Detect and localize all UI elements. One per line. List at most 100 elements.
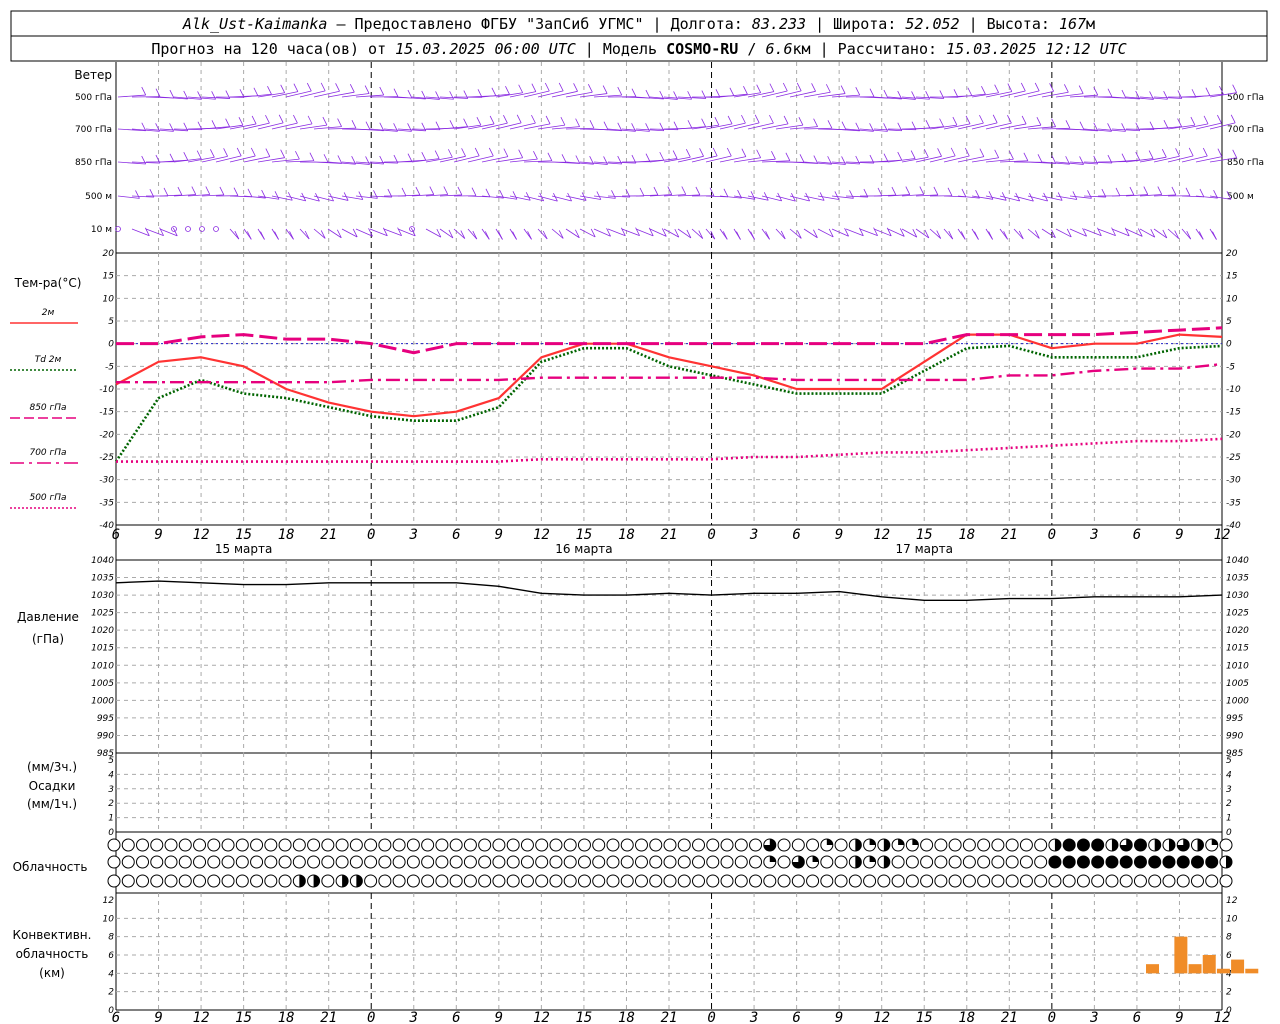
cloud-fill [313,875,320,887]
temp-tick-right: 5 [1226,317,1232,327]
x-tick-label: 21 [661,1010,678,1024]
wind-barb-feather [611,190,616,199]
cloud-fill [1048,856,1061,868]
temp-tick-left: -5 [105,362,114,372]
x-tick-label: 18 [278,527,295,543]
wind-barb-feather [1199,188,1205,198]
cloud-circle [193,874,207,888]
cloud-circle [392,838,406,852]
cloud-circle [535,874,549,888]
wind-barb [495,122,522,130]
x-tick-label: 3 [1089,527,1098,543]
x-tick-label: 6 [1133,1010,1141,1024]
pressure-tick-right: 995 [1226,714,1243,724]
temp-title: Тем-ра(°C) [14,276,82,290]
wind-barb [761,90,788,98]
cloud-circle [264,874,278,888]
cloud-circle [478,874,492,888]
wind-barb-feather [681,186,687,195]
wind-barb-feather [337,118,342,127]
wind-barb-feather [729,87,735,96]
cloud-circle [663,855,677,869]
cloud-circle [307,838,321,852]
cloud-circle [378,855,392,869]
wind-barb [257,122,284,130]
wind-barb [313,228,326,239]
wind-barb-feather [183,152,189,161]
wind-barb-feather [1063,84,1069,93]
cloud-circle [920,838,934,852]
x-tick-label: 6 [792,527,800,543]
x-tick-label: 0 [707,527,715,543]
wind-barb-feather [434,150,440,159]
cloud-circle [250,855,264,869]
wind-barb-feather [533,150,538,160]
wind-barb-feather [667,186,673,195]
x-axis-ticks-bottom: 6 9 12 15 18 21 0 3 6 9 12 15 18 21 0 3 6 9 12 15 18 21 0 3 6 9 12 [112,1010,1231,1024]
wind-barb [215,155,242,163]
precip-unit-1h: (мм/1ч.) [27,797,77,811]
wind-barb [299,90,326,98]
cloud-circle [1190,874,1204,888]
cloud-circle [563,874,577,888]
x-tick-label: 12 [1214,1010,1231,1024]
temp-tick-left: 15 [103,272,115,282]
conv-tick-right: 12 [1226,896,1238,906]
cloud-circle [991,838,1005,852]
cloud-circle [577,874,591,888]
legend-label: 500 гПа [29,493,66,503]
pressure-tick-left: 1015 [91,644,114,654]
temp-tick-right: -10 [1226,385,1241,395]
wind-barb-feather [512,191,518,200]
wind-barb-feather [488,147,494,157]
x-tick-label: 12 [873,527,890,543]
temp-tick-right: -30 [1226,476,1241,486]
cloud-circle [463,838,477,852]
cloud-circle [435,838,449,852]
wind-level-label: 500 гПа [75,93,112,103]
wind-barb-feather [813,118,818,127]
wind-barb-feather [135,190,140,199]
temp-lines [114,326,1223,463]
wind-barb-feather [961,188,967,198]
conv-tick-left: 2 [108,988,114,998]
cloud-circle [121,855,135,869]
wind-barb-feather [449,120,455,129]
wind-barb-feather [1232,84,1237,93]
cloud-circle [820,874,834,888]
wind-barb-feather [925,120,931,129]
cloud-circle [863,874,877,888]
wind-barb-feather [503,114,508,124]
wind-barb-feather [1072,191,1078,200]
cloud-circle [634,838,648,852]
wind-barb-feather [587,84,593,93]
wind-barb-feather [699,148,704,157]
x-tick-label: 3 [749,1010,758,1024]
wind-barb-feather [769,83,775,92]
cloud-circle [1019,855,1033,869]
cloud-fill [299,875,306,887]
temp-tick-left: -35 [99,498,114,508]
wind-barb-feather [756,149,762,158]
cloud-circle [506,838,520,852]
cloud-circle [962,855,976,869]
cloud-fill [1177,856,1190,868]
wind-barb-feather [246,231,252,240]
wind-barb-feather [512,231,517,240]
wind-barb-feather [712,147,718,157]
x-tick-label: 15 [916,1010,933,1024]
cloud-circle [250,874,264,888]
wind-barb-feather [401,187,407,197]
wind-barb-feather [723,188,729,198]
pressure-tick-right: 1000 [1226,696,1249,706]
cloud-circle [720,838,734,852]
date-label: 16 марта [555,542,612,556]
wind-barb-feather [322,116,328,126]
pressure-tick-right: 1025 [1226,609,1249,619]
x-tick-label: 6 [452,1010,460,1024]
wind-barb-feather [785,152,791,161]
wind-barb-feather [155,88,161,97]
wind-barb-feather [769,114,774,124]
wind-barb-feather [373,190,378,199]
x-tick-label: 9 [154,527,162,543]
